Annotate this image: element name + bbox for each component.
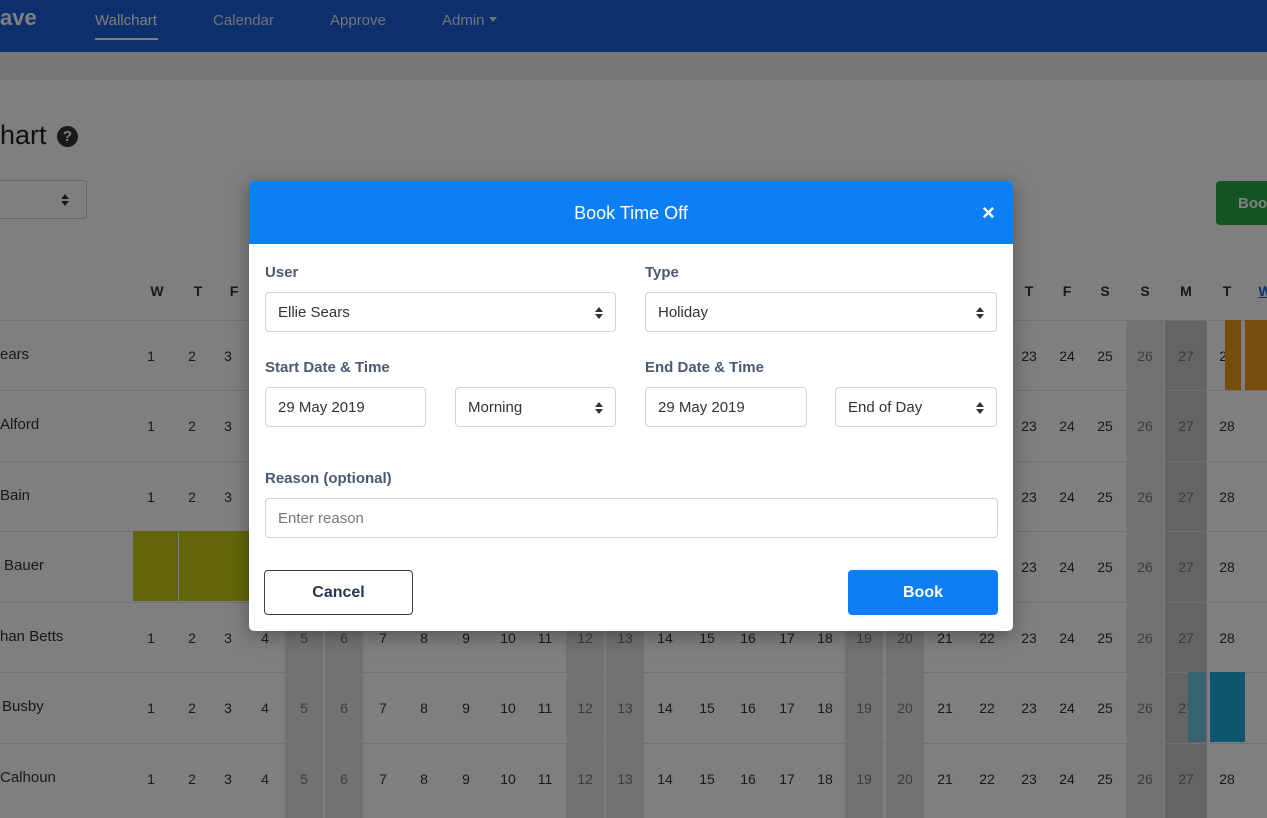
- type-select[interactable]: Holiday: [645, 292, 997, 332]
- modal-title: Book Time Off: [574, 203, 688, 223]
- close-icon[interactable]: ×: [982, 200, 995, 226]
- select-arrows-icon: [595, 402, 603, 414]
- book-button[interactable]: Book: [848, 570, 998, 615]
- user-select-value: Ellie Sears: [278, 304, 350, 321]
- modal-header: Book Time Off ×: [249, 181, 1013, 244]
- user-label: User: [265, 264, 299, 281]
- start-date-value: 29 May 2019: [278, 399, 365, 416]
- select-arrows-icon: [595, 307, 603, 319]
- book-time-off-modal: Book Time Off × User Ellie Sears Type Ho…: [249, 181, 1013, 631]
- reason-label: Reason (optional): [265, 470, 392, 487]
- cancel-button[interactable]: Cancel: [264, 570, 413, 615]
- end-time-select[interactable]: End of Day: [835, 387, 997, 427]
- end-date-input[interactable]: 29 May 2019: [645, 387, 807, 427]
- reason-placeholder: Enter reason: [278, 510, 364, 527]
- start-date-label: Start Date & Time: [265, 359, 390, 376]
- start-time-select[interactable]: Morning: [455, 387, 616, 427]
- type-select-value: Holiday: [658, 304, 709, 321]
- start-date-input[interactable]: 29 May 2019: [265, 387, 426, 427]
- end-date-label: End Date & Time: [645, 359, 764, 376]
- user-select[interactable]: Ellie Sears: [265, 292, 616, 332]
- end-time-value: End of Day: [848, 399, 923, 416]
- select-arrows-icon: [976, 307, 984, 319]
- select-arrows-icon: [976, 402, 984, 414]
- end-date-value: 29 May 2019: [658, 399, 745, 416]
- type-label: Type: [645, 264, 679, 281]
- reason-input[interactable]: Enter reason: [265, 498, 998, 538]
- start-time-value: Morning: [468, 399, 523, 416]
